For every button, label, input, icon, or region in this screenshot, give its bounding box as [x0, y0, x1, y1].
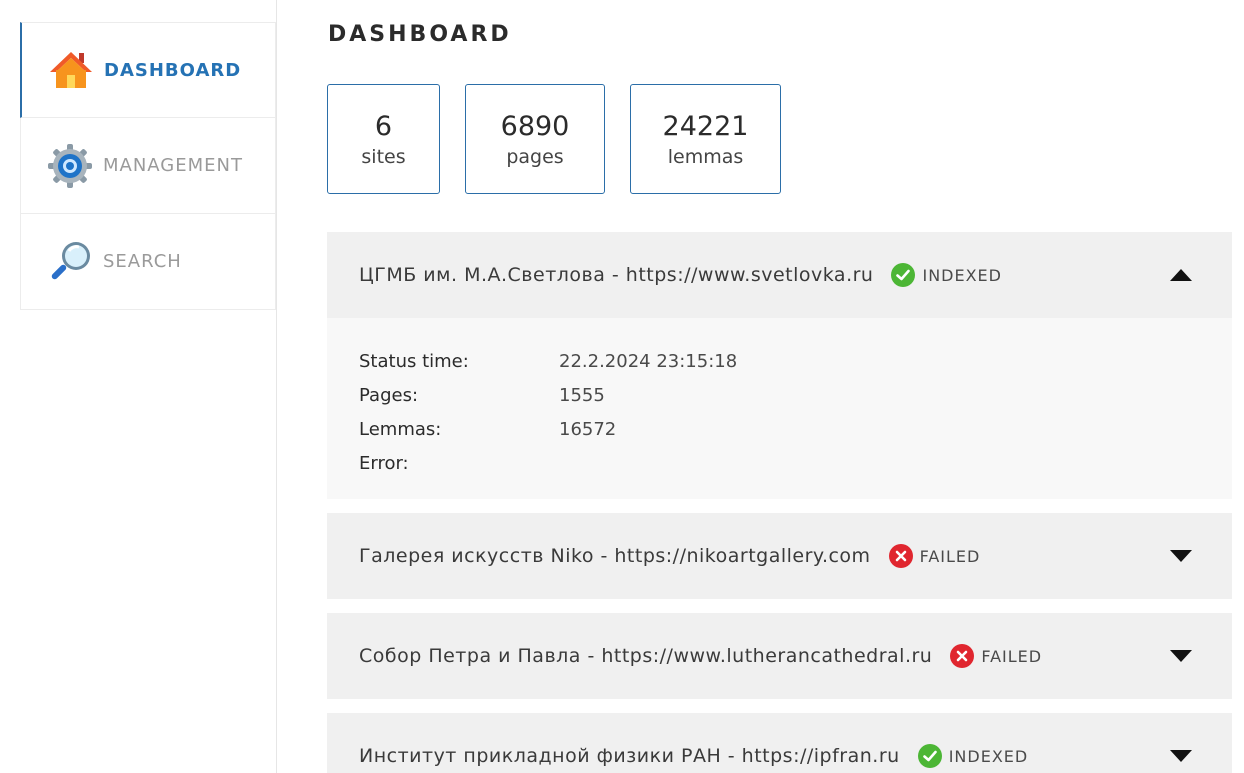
status-text: INDEXED	[922, 265, 1002, 285]
sidebar: DASHBOARD MANAGEMENT SEARCH	[20, 22, 276, 310]
status-badge: FAILED	[950, 644, 1042, 668]
chevron-down-icon[interactable]	[1170, 549, 1192, 563]
chevron-down-icon[interactable]	[1170, 649, 1192, 663]
site-panel: ЦГМБ им. М.А.Светлова - https://www.svet…	[327, 232, 1232, 499]
sidebar-item-search[interactable]: SEARCH	[20, 214, 276, 310]
sidebar-item-management[interactable]: MANAGEMENT	[20, 118, 276, 214]
site-panel: Галерея искусств Niko - https://nikoartg…	[327, 513, 1232, 599]
site-header-toggle[interactable]: ЦГМБ им. М.А.Светлова - https://www.svet…	[327, 232, 1232, 318]
site-details: Status time: 22.2.2024 23:15:18 Pages: 1…	[327, 318, 1232, 499]
check-circle-icon	[917, 744, 942, 768]
x-circle-icon	[888, 544, 913, 568]
status-text: INDEXED	[948, 746, 1029, 766]
stat-label: lemmas	[667, 145, 744, 168]
chevron-down-icon[interactable]	[1170, 749, 1192, 763]
gear-icon	[47, 143, 93, 189]
site-panel: Институт прикладной физики РАН - https:/…	[327, 713, 1232, 773]
site-name: Институт прикладной физики РАН - https:/…	[359, 745, 900, 767]
chevron-up-icon[interactable]	[1170, 268, 1192, 282]
stat-card-lemmas: 24221 lemmas	[630, 84, 781, 194]
page-title: DASHBOARD	[328, 22, 512, 47]
site-header-toggle[interactable]: Галерея искусств Niko - https://nikoartg…	[327, 513, 1232, 599]
detail-value: 22.2.2024 23:15:18	[559, 350, 738, 372]
status-text: FAILED	[981, 646, 1043, 666]
site-name: Галерея искусств Niko - https://nikoartg…	[359, 545, 871, 567]
stat-card-pages: 6890 pages	[465, 84, 605, 194]
stat-label: sites	[361, 145, 406, 168]
detail-value: 1555	[559, 384, 605, 406]
detail-key: Pages:	[359, 384, 419, 406]
site-header-toggle[interactable]: Собор Петра и Павла - https://www.luther…	[327, 613, 1232, 699]
stat-value: 6	[374, 110, 393, 142]
stat-value: 24221	[662, 110, 749, 142]
status-badge: INDEXED	[891, 263, 1002, 287]
status-badge: INDEXED	[917, 744, 1029, 768]
x-circle-icon	[950, 644, 975, 668]
site-name: ЦГМБ им. М.А.Светлова - https://www.svet…	[359, 264, 874, 286]
status-text: FAILED	[919, 546, 981, 566]
detail-value: 16572	[559, 418, 617, 440]
site-panel: Собор Петра и Павла - https://www.luther…	[327, 613, 1232, 699]
sidebar-item-label: MANAGEMENT	[103, 155, 243, 176]
site-name: Собор Петра и Павла - https://www.luther…	[359, 645, 933, 667]
stat-value: 6890	[500, 110, 570, 142]
detail-key: Lemmas:	[359, 418, 442, 440]
check-circle-icon	[891, 263, 916, 287]
sidebar-item-dashboard[interactable]: DASHBOARD	[20, 22, 276, 118]
status-badge: FAILED	[888, 544, 981, 568]
sidebar-item-label: DASHBOARD	[104, 59, 242, 81]
magnifier-icon	[47, 239, 93, 285]
site-header-toggle[interactable]: Институт прикладной физики РАН - https:/…	[327, 713, 1232, 773]
detail-row-error: Error:	[359, 446, 1200, 480]
stat-label: pages	[506, 145, 564, 168]
detail-row-lemmas: Lemmas: 16572	[359, 412, 1200, 446]
home-icon	[48, 47, 94, 93]
detail-key: Status time:	[359, 350, 469, 372]
stats-row: 6 sites 6890 pages 24221 lemmas	[327, 84, 806, 194]
sidebar-divider	[276, 0, 277, 773]
stat-card-sites: 6 sites	[327, 84, 440, 194]
detail-key: Error:	[359, 452, 409, 474]
detail-row-status-time: Status time: 22.2.2024 23:15:18	[359, 344, 1200, 378]
detail-row-pages: Pages: 1555	[359, 378, 1200, 412]
sidebar-item-label: SEARCH	[103, 251, 182, 272]
